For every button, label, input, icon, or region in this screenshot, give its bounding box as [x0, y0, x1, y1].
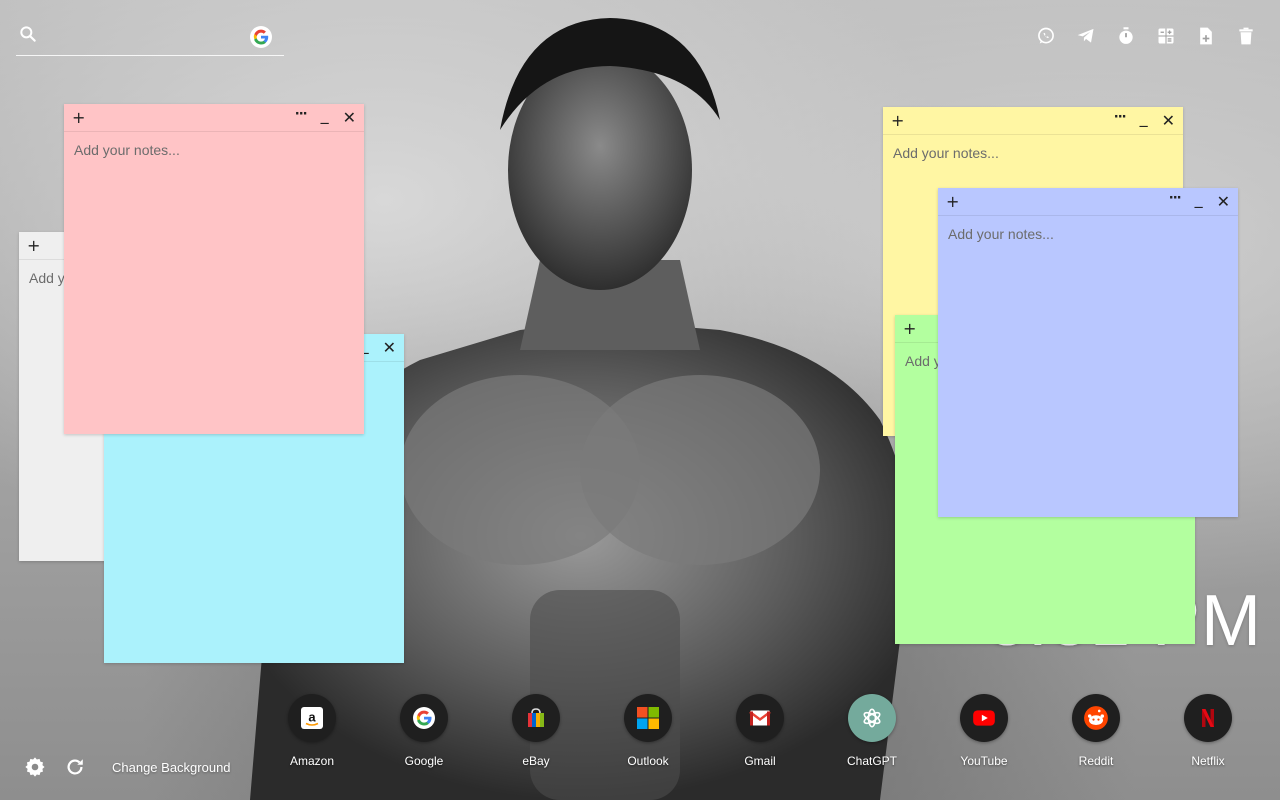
youtube-icon: [960, 694, 1008, 742]
google-icon: [400, 694, 448, 742]
shortcut-label: Google: [404, 754, 444, 768]
new-note-icon[interactable]: [1196, 22, 1216, 50]
add-note-button[interactable]: +: [946, 193, 959, 210]
shortcut-google[interactable]: Google: [368, 694, 480, 768]
search-input[interactable]: [46, 22, 236, 51]
change-background-link[interactable]: Change Background: [112, 760, 231, 775]
shortcut-gmail[interactable]: Gmail: [704, 694, 816, 768]
search-icon[interactable]: [18, 24, 38, 49]
search-bar: [16, 20, 284, 56]
note-textarea[interactable]: [938, 216, 1238, 517]
trash-icon[interactable]: [1236, 22, 1256, 50]
note-menu-button[interactable]: ···: [1169, 191, 1182, 207]
minimize-button[interactable]: _: [1140, 109, 1148, 126]
shortcut-label: Amazon: [289, 754, 335, 768]
calculator-icon[interactable]: [1156, 22, 1176, 50]
sticky-note-pink[interactable]: + ··· _ ✕: [64, 104, 364, 434]
shortcut-reddit[interactable]: Reddit: [1040, 694, 1152, 768]
google-icon[interactable]: [250, 25, 272, 48]
whatsapp-icon[interactable]: [1036, 22, 1056, 50]
note-controls: ··· _ ✕: [1169, 190, 1230, 210]
shortcut-label: ChatGPT: [846, 754, 897, 768]
note-header: + ··· _ ✕: [883, 107, 1183, 135]
refresh-icon[interactable]: [64, 756, 86, 778]
close-button[interactable]: ✕: [1217, 193, 1230, 210]
note-controls: ··· _ ✕: [1114, 109, 1175, 129]
outlook-icon: [624, 694, 672, 742]
sticky-note-blue[interactable]: + ··· _ ✕: [938, 188, 1238, 517]
close-button[interactable]: ✕: [343, 109, 356, 126]
minimize-button[interactable]: _: [321, 106, 329, 123]
chatgpt-icon: [848, 694, 896, 742]
shortcut-netflix[interactable]: Netflix: [1152, 694, 1264, 768]
ebay-icon: [512, 694, 560, 742]
note-menu-button[interactable]: ···: [1114, 110, 1127, 126]
close-button[interactable]: ✕: [1162, 112, 1175, 129]
shortcut-label: Netflix: [1191, 754, 1225, 768]
shortcut-outlook[interactable]: Outlook: [592, 694, 704, 768]
shortcut-ebay[interactable]: eBay: [480, 694, 592, 768]
note-header: + ··· _ ✕: [64, 104, 364, 132]
shortcut-amazon[interactable]: a Amazon: [256, 694, 368, 768]
note-menu-button[interactable]: ···: [295, 107, 308, 123]
add-note-button[interactable]: +: [72, 109, 85, 126]
note-header: + ··· _ ✕: [938, 188, 1238, 216]
shortcut-label: Outlook: [627, 754, 669, 768]
svg-text:a: a: [308, 710, 316, 725]
note-textarea[interactable]: [64, 132, 364, 434]
note-controls: _ ✕: [361, 336, 396, 356]
shortcut-label: eBay: [522, 754, 550, 768]
timer-icon[interactable]: [1116, 22, 1136, 50]
shortcut-youtube[interactable]: YouTube: [928, 694, 1040, 768]
amazon-icon: a: [288, 694, 336, 742]
gmail-icon: [736, 694, 784, 742]
close-button[interactable]: ✕: [383, 339, 396, 356]
add-note-button[interactable]: +: [903, 320, 916, 337]
minimize-button[interactable]: _: [1195, 190, 1203, 207]
note-controls: ··· _ ✕: [295, 106, 356, 126]
add-note-button[interactable]: +: [891, 112, 904, 129]
search-left: [18, 22, 236, 51]
reddit-icon: [1072, 694, 1120, 742]
shortcut-label: YouTube: [960, 754, 1008, 768]
add-note-button[interactable]: +: [27, 237, 40, 254]
telegram-icon[interactable]: [1076, 22, 1096, 50]
shortcut-bar: a Amazon Google eBay Outlook Gmail ChatG…: [256, 694, 1264, 768]
netflix-icon: [1184, 694, 1232, 742]
shortcut-chatgpt[interactable]: ChatGPT: [816, 694, 928, 768]
bottom-left-controls: Change Background: [24, 756, 231, 778]
shortcut-label: Reddit: [1078, 754, 1114, 768]
shortcut-label: Gmail: [744, 754, 776, 768]
toolbar: [1036, 22, 1256, 50]
settings-icon[interactable]: [24, 756, 46, 778]
